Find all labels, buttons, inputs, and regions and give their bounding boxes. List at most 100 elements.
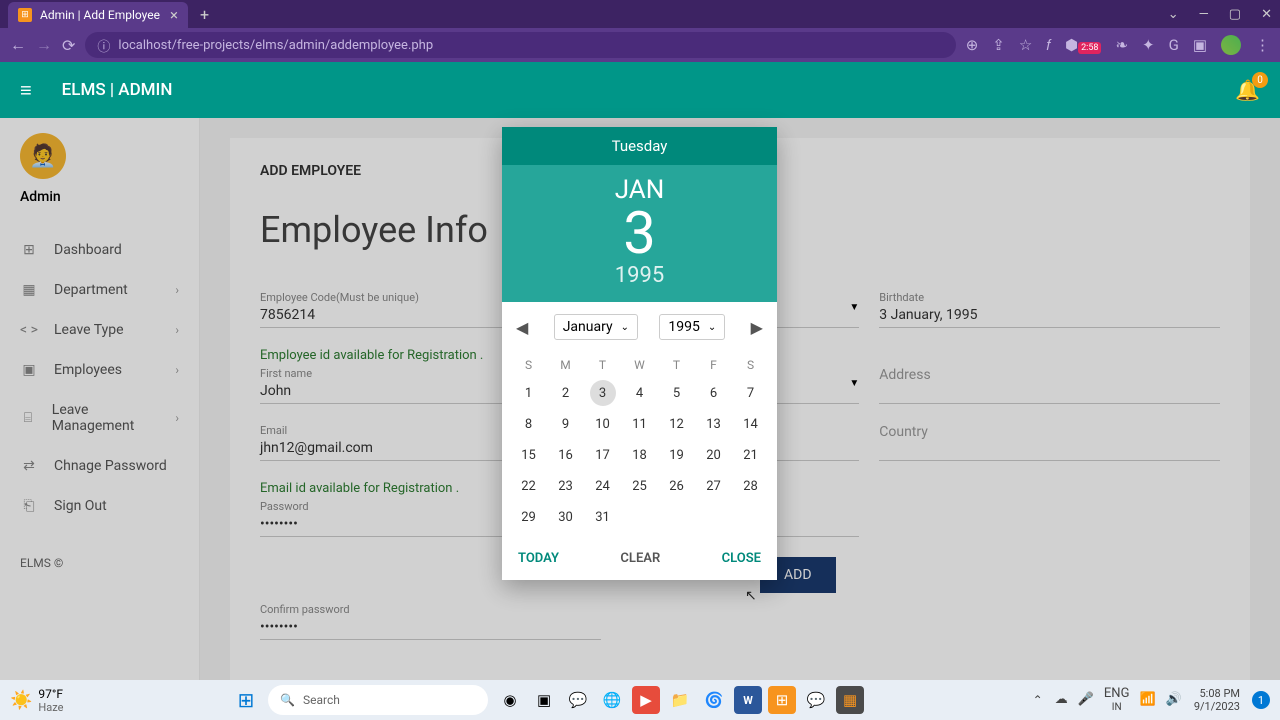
clock[interactable]: 5:08 PM 9/1/2023 bbox=[1194, 687, 1240, 713]
word-icon[interactable]: W bbox=[734, 686, 762, 714]
calendar-day[interactable]: 3 bbox=[590, 380, 616, 406]
calendar-day[interactable]: 1 bbox=[510, 378, 547, 409]
chevron-down-icon[interactable]: ⌄ bbox=[1168, 7, 1179, 22]
browser-tab[interactable]: ⊞ Admin | Add Employee × bbox=[8, 2, 188, 28]
calendar-day[interactable]: 10 bbox=[584, 409, 621, 440]
day-of-week: T bbox=[584, 352, 621, 378]
mic-icon[interactable]: 🎤 bbox=[1078, 692, 1094, 707]
chrome-icon[interactable]: 🌐 bbox=[598, 686, 626, 714]
edge-icon[interactable]: 🌀 bbox=[700, 686, 728, 714]
address-bar: ← → ⟳ ⓘ localhost/free-projects/elms/adm… bbox=[0, 28, 1280, 62]
calendar-day[interactable]: 23 bbox=[547, 471, 584, 502]
notifications-button[interactable]: 🔔0 bbox=[1235, 78, 1260, 102]
datepicker-weekday: Tuesday bbox=[502, 127, 777, 165]
profile-avatar[interactable] bbox=[1221, 35, 1241, 55]
new-tab-button[interactable]: + bbox=[200, 5, 209, 24]
calendar-day[interactable]: 6 bbox=[695, 378, 732, 409]
calendar-day[interactable]: 15 bbox=[510, 440, 547, 471]
close-window-button[interactable]: ✕ bbox=[1261, 7, 1272, 22]
taskbar-search[interactable]: 🔍 Search bbox=[268, 685, 488, 715]
forward-button[interactable]: → bbox=[36, 35, 52, 55]
volume-icon[interactable]: 🔊 bbox=[1166, 692, 1182, 707]
calendar-day[interactable]: 24 bbox=[584, 471, 621, 502]
extensions-icon[interactable]: ✦ bbox=[1142, 36, 1155, 54]
calendar-day[interactable]: 8 bbox=[510, 409, 547, 440]
calendar-day[interactable]: 27 bbox=[695, 471, 732, 502]
search-icon: 🔍 bbox=[280, 693, 295, 707]
temperature: 97°F bbox=[38, 687, 63, 701]
calendar-day[interactable]: 7 bbox=[732, 378, 769, 409]
search-placeholder: Search bbox=[303, 693, 340, 707]
next-month-button[interactable]: ▶ bbox=[747, 318, 767, 337]
bookmark-icon[interactable]: ☆ bbox=[1019, 36, 1032, 54]
onedrive-icon[interactable]: ☁ bbox=[1055, 692, 1068, 707]
calendar-day[interactable]: 14 bbox=[732, 409, 769, 440]
wifi-icon[interactable]: 📶 bbox=[1139, 692, 1155, 707]
extension-badge-icon[interactable]: ⬢2:58 bbox=[1065, 36, 1101, 54]
site-info-icon[interactable]: ⓘ bbox=[97, 36, 110, 55]
weather-widget[interactable]: ☀️ 97°F Haze bbox=[10, 687, 63, 714]
window-controls: ⌄ ― ▢ ✕ bbox=[1168, 7, 1272, 22]
prev-month-button[interactable]: ◀ bbox=[512, 318, 532, 337]
calendar-day[interactable]: 13 bbox=[695, 409, 732, 440]
zoom-icon[interactable]: ⊕ bbox=[966, 36, 979, 54]
sublime-icon[interactable]: ▦ bbox=[836, 686, 864, 714]
calendar-day[interactable]: 22 bbox=[510, 471, 547, 502]
close-tab-icon[interactable]: × bbox=[170, 6, 178, 24]
calendar-day[interactable]: 29 bbox=[510, 502, 547, 533]
app-icon[interactable]: ▶ bbox=[632, 686, 660, 714]
reload-button[interactable]: ⟳ bbox=[62, 36, 75, 55]
extension-icon[interactable]: 𝑓 bbox=[1046, 36, 1051, 54]
weather-cond: Haze bbox=[38, 701, 63, 714]
month-select[interactable]: January⌄ bbox=[554, 314, 638, 340]
url-input[interactable]: ⓘ localhost/free-projects/elms/admin/add… bbox=[85, 32, 955, 58]
start-button[interactable]: ⊞ bbox=[232, 686, 260, 714]
calendar-day[interactable]: 28 bbox=[732, 471, 769, 502]
calendar-day[interactable]: 18 bbox=[621, 440, 658, 471]
calendar-day[interactable]: 26 bbox=[658, 471, 695, 502]
whatsapp-icon[interactable]: 💬 bbox=[802, 686, 830, 714]
calendar-day[interactable]: 5 bbox=[658, 378, 695, 409]
minimize-button[interactable]: ― bbox=[1199, 7, 1209, 22]
teams-icon[interactable]: 💬 bbox=[564, 686, 592, 714]
calendar-day[interactable]: 11 bbox=[621, 409, 658, 440]
datepicker-day-big: 3 bbox=[502, 205, 777, 263]
calendar-day[interactable]: 21 bbox=[732, 440, 769, 471]
calendar-day[interactable]: 9 bbox=[547, 409, 584, 440]
calendar-day[interactable]: 31 bbox=[584, 502, 621, 533]
maximize-button[interactable]: ▢ bbox=[1229, 7, 1241, 22]
calendar-day[interactable]: 19 bbox=[658, 440, 695, 471]
cursor-icon: ↖ bbox=[745, 588, 757, 604]
today-button[interactable]: TODAY bbox=[518, 551, 559, 566]
calendar-day[interactable]: 25 bbox=[621, 471, 658, 502]
datepicker-year-big[interactable]: 1995 bbox=[502, 263, 777, 288]
leaf-icon[interactable]: ❧ bbox=[1115, 36, 1128, 54]
calendar-day[interactable]: 20 bbox=[695, 440, 732, 471]
weather-icon: ☀️ bbox=[10, 690, 32, 711]
explorer-icon[interactable]: 📁 bbox=[666, 686, 694, 714]
chevron-down-icon: ⌄ bbox=[621, 322, 629, 333]
menu-icon[interactable]: ⋮ bbox=[1255, 36, 1270, 54]
share-icon[interactable]: ⇪ bbox=[992, 36, 1005, 54]
clear-button[interactable]: CLEAR bbox=[620, 551, 660, 566]
sidepanel-icon[interactable]: ▣ bbox=[1193, 36, 1207, 54]
xampp-icon[interactable]: ⊞ bbox=[768, 686, 796, 714]
lang-indicator[interactable]: ENG bbox=[1104, 687, 1130, 701]
taskview-icon[interactable]: ▣ bbox=[530, 686, 558, 714]
copilot-icon[interactable]: ◉ bbox=[496, 686, 524, 714]
calendar-day[interactable]: 12 bbox=[658, 409, 695, 440]
menu-toggle-icon[interactable]: ≡ bbox=[20, 78, 32, 103]
back-button[interactable]: ← bbox=[10, 35, 26, 55]
calendar-day[interactable]: 4 bbox=[621, 378, 658, 409]
calendar-day[interactable]: 2 bbox=[547, 378, 584, 409]
day-of-week: M bbox=[547, 352, 584, 378]
day-of-week: S bbox=[732, 352, 769, 378]
year-select[interactable]: 1995⌄ bbox=[659, 314, 725, 340]
google-icon[interactable]: G bbox=[1169, 36, 1179, 54]
tray-chevron-icon[interactable]: ⌃ bbox=[1033, 693, 1043, 707]
close-button[interactable]: CLOSE bbox=[722, 551, 761, 566]
calendar-day[interactable]: 17 bbox=[584, 440, 621, 471]
calendar-day[interactable]: 16 bbox=[547, 440, 584, 471]
notifications-tray-icon[interactable]: 1 bbox=[1252, 691, 1270, 709]
calendar-day[interactable]: 30 bbox=[547, 502, 584, 533]
